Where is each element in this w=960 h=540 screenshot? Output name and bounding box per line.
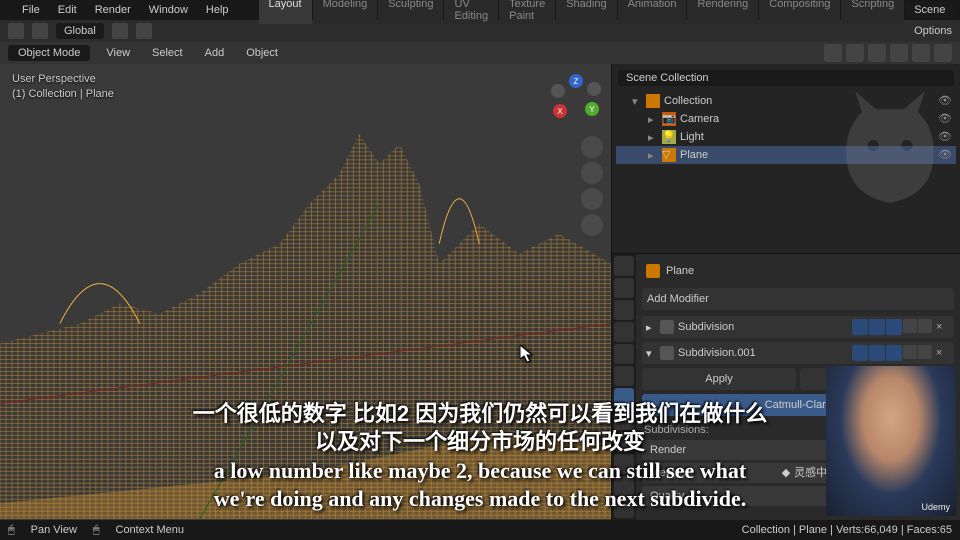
overlay-icon[interactable] xyxy=(824,44,842,62)
menu-add[interactable]: Add xyxy=(199,45,231,61)
apply-button[interactable]: Apply xyxy=(642,368,796,390)
menu-file[interactable]: File xyxy=(14,2,48,18)
modifier-subdivision[interactable]: ▸ Subdivision × xyxy=(642,316,954,338)
status-bar: 🖱Pan View 🖱Context Menu Collection | Pla… xyxy=(0,520,960,540)
breadcrumb: Plane xyxy=(642,260,954,282)
tab-layout[interactable]: Layout xyxy=(259,0,312,24)
options-button[interactable]: Options xyxy=(914,25,952,37)
redo-icon[interactable] xyxy=(32,23,48,39)
mouse-cursor-icon xyxy=(520,345,536,365)
proportional-icon[interactable] xyxy=(136,23,152,39)
subtitle-overlay: 一个很低的数字 比如2 因为我们仍然可以看到我们在做什么 以及对下一个细分市场的… xyxy=(0,400,960,514)
close-icon[interactable]: × xyxy=(936,347,950,359)
tab-scripting[interactable]: Scripting xyxy=(841,0,904,24)
tab-scene-icon[interactable] xyxy=(614,322,634,342)
viewport-info: User Perspective (1) Collection | Plane xyxy=(12,72,114,103)
nav-gizmo[interactable]: ZXY xyxy=(547,72,603,128)
tab-uv[interactable]: UV Editing xyxy=(444,0,498,24)
tab-animation[interactable]: Animation xyxy=(618,0,687,24)
tab-viewlayer-icon[interactable] xyxy=(614,300,634,320)
tab-compositing[interactable]: Compositing xyxy=(759,0,840,24)
menu-object[interactable]: Object xyxy=(240,45,284,61)
mod-down-icon[interactable] xyxy=(918,319,932,333)
mod-edit-icon[interactable] xyxy=(869,345,885,361)
orientation-select[interactable]: Global xyxy=(56,23,104,39)
snap-icon[interactable] xyxy=(112,23,128,39)
tab-sculpting[interactable]: Sculpting xyxy=(378,0,443,24)
scene-field[interactable]: Scene xyxy=(906,2,953,18)
menu-window[interactable]: Window xyxy=(141,2,196,18)
mod-cage-icon[interactable] xyxy=(886,345,902,361)
mod-up-icon[interactable] xyxy=(903,319,917,333)
zoom-icon[interactable] xyxy=(581,136,603,158)
pan-icon[interactable] xyxy=(581,162,603,184)
modifier-subdivision-001[interactable]: ▾ Subdivision.001 × xyxy=(642,342,954,364)
add-modifier-dropdown[interactable]: Add Modifier xyxy=(642,288,954,310)
tab-texture[interactable]: Texture Paint xyxy=(499,0,555,24)
outliner-panel[interactable]: Scene Collection ▾Collection👁 ▸📷Camera👁 … xyxy=(612,64,960,254)
subdiv-icon xyxy=(660,320,674,334)
menu-view[interactable]: View xyxy=(100,45,136,61)
tab-object-icon[interactable] xyxy=(614,366,634,386)
tab-rendering[interactable]: Rendering xyxy=(687,0,758,24)
tab-modeling[interactable]: Modeling xyxy=(313,0,378,24)
shading-solid-icon[interactable] xyxy=(890,44,908,62)
perspective-icon[interactable] xyxy=(581,214,603,236)
shading-material-icon[interactable] xyxy=(912,44,930,62)
menu-select[interactable]: Select xyxy=(146,45,189,61)
tab-world-icon[interactable] xyxy=(614,344,634,364)
mesh-icon xyxy=(646,264,660,278)
mode-dropdown[interactable]: Object Mode xyxy=(8,45,90,61)
webcam-overlay: Udemy xyxy=(826,366,956,516)
menu-edit[interactable]: Edit xyxy=(50,2,85,18)
tab-output-icon[interactable] xyxy=(614,278,634,298)
camera-icon[interactable] xyxy=(581,188,603,210)
mod-up-icon[interactable] xyxy=(903,345,917,359)
mod-down-icon[interactable] xyxy=(918,345,932,359)
mod-display-icon[interactable] xyxy=(852,345,868,361)
subdiv-icon xyxy=(660,346,674,360)
shading-wireframe-icon[interactable] xyxy=(868,44,886,62)
shading-rendered-icon[interactable] xyxy=(934,44,952,62)
tab-shading[interactable]: Shading xyxy=(556,0,616,24)
mod-cage-icon[interactable] xyxy=(886,319,902,335)
cat-watermark-icon xyxy=(820,84,960,224)
mod-edit-icon[interactable] xyxy=(869,319,885,335)
xray-icon[interactable] xyxy=(846,44,864,62)
menu-render[interactable]: Render xyxy=(87,2,139,18)
close-icon[interactable]: × xyxy=(936,321,950,333)
undo-icon[interactable] xyxy=(8,23,24,39)
menu-help[interactable]: Help xyxy=(198,2,237,18)
mod-display-icon[interactable] xyxy=(852,319,868,335)
tab-render-icon[interactable] xyxy=(614,256,634,276)
